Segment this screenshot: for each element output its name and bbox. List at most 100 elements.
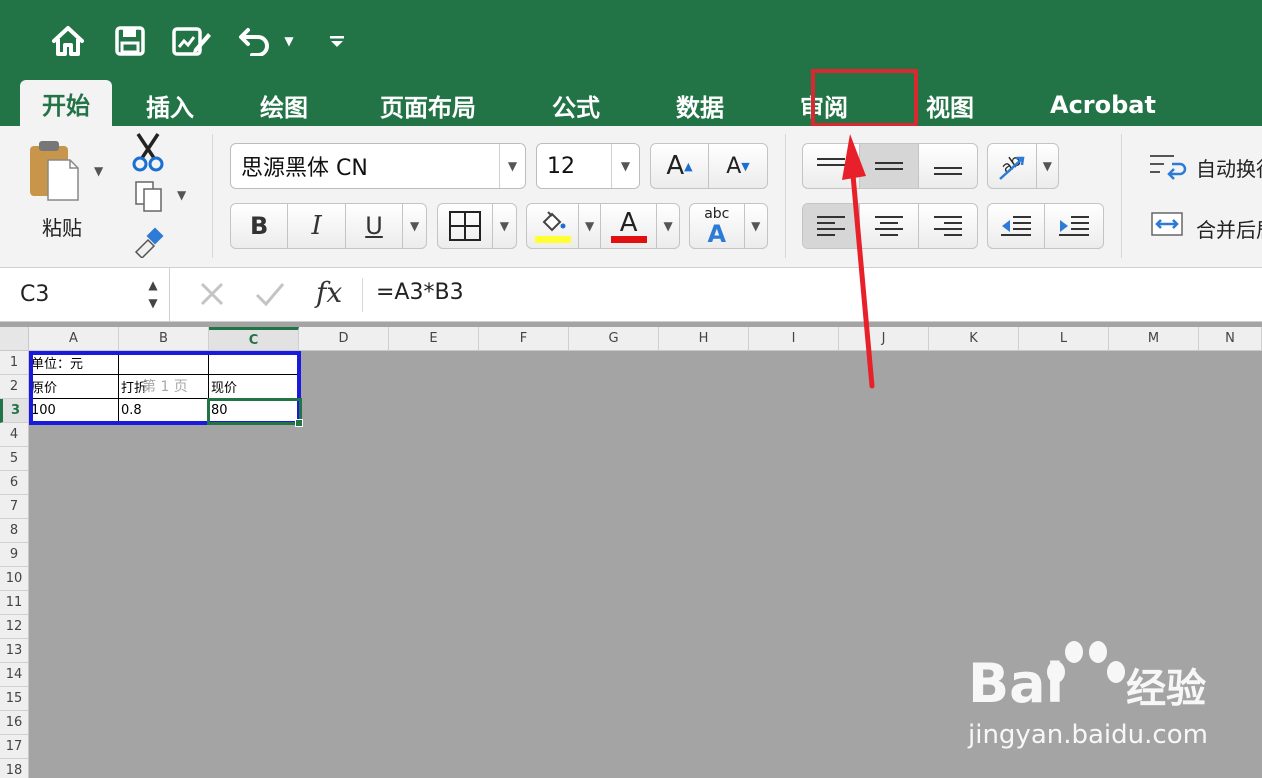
font-color-icon[interactable]: A	[601, 204, 658, 248]
bold-button[interactable]: B	[231, 204, 289, 248]
font-size-steppers: A ▲ A ▼	[650, 143, 768, 189]
increase-indent-icon[interactable]	[1045, 204, 1103, 248]
undo-icon[interactable]	[236, 20, 274, 62]
font-size-dropdown-icon[interactable]: ▼	[611, 144, 639, 188]
formula-input[interactable]: =A3*B3	[376, 280, 464, 305]
column-header-h[interactable]: H	[659, 327, 749, 351]
row-header-9[interactable]: 9	[0, 543, 29, 567]
insert-function-button[interactable]: fx	[316, 276, 342, 309]
tab-2[interactable]: 绘图	[228, 84, 340, 126]
name-box-stepper[interactable]: ▲ ▼	[146, 276, 160, 312]
row-header-14[interactable]: 14	[0, 663, 29, 687]
font-name-box[interactable]: 思源黑体 CN ▼	[230, 143, 526, 189]
row-header-1[interactable]: 1	[0, 351, 29, 375]
row-header-16[interactable]: 16	[0, 711, 29, 735]
row-header-17[interactable]: 17	[0, 735, 29, 759]
column-header-i[interactable]: I	[749, 327, 839, 351]
column-header-d[interactable]: D	[299, 327, 389, 351]
font-name: 思源黑体 CN	[241, 156, 368, 181]
cell-c1[interactable]	[209, 351, 299, 375]
column-header-l[interactable]: L	[1019, 327, 1109, 351]
row-header-2[interactable]: 2	[0, 375, 29, 399]
wrap-text-label[interactable]: 自动换行	[1196, 153, 1262, 182]
separator	[362, 278, 363, 312]
column-header-m[interactable]: M	[1109, 327, 1199, 351]
font-dropdown-icon[interactable]: ▼	[499, 144, 525, 188]
tab-8[interactable]: Acrobat	[1016, 84, 1190, 126]
row-header-7[interactable]: 7	[0, 495, 29, 519]
name-box[interactable]: C3	[0, 268, 170, 321]
copy-dropdown-icon[interactable]: ▼	[177, 188, 186, 202]
cell-b3[interactable]: 0.8	[119, 399, 209, 423]
cell-c3[interactable]: 80	[209, 399, 299, 423]
column-header-n[interactable]: N	[1199, 327, 1262, 351]
column-header-c[interactable]: C	[209, 327, 299, 351]
customize-toolbar-icon[interactable]	[326, 20, 348, 62]
row-header-10[interactable]: 10	[0, 567, 29, 591]
align-bottom-icon[interactable]	[919, 144, 977, 188]
row-header-15[interactable]: 15	[0, 687, 29, 711]
column-header-g[interactable]: G	[569, 327, 659, 351]
cell-a1[interactable]: 单位：元	[29, 351, 119, 375]
paste-icon[interactable]	[26, 138, 86, 208]
row-header-11[interactable]: 11	[0, 591, 29, 615]
merge-center-icon[interactable]	[1150, 211, 1184, 241]
enter-icon[interactable]	[254, 280, 286, 312]
text-effect-icon[interactable]: abc A	[690, 204, 745, 248]
borders-icon[interactable]	[438, 204, 493, 248]
row-header-3[interactable]: 3	[0, 399, 29, 423]
fill-handle[interactable]	[295, 419, 303, 427]
tab-0[interactable]: 开始	[20, 80, 112, 126]
underline-button[interactable]: U	[346, 204, 404, 248]
undo-dropdown-icon[interactable]: ▼	[280, 20, 298, 62]
cut-icon[interactable]	[132, 132, 164, 178]
row-header-13[interactable]: 13	[0, 639, 29, 663]
row-header-6[interactable]: 6	[0, 471, 29, 495]
column-header-f[interactable]: F	[479, 327, 569, 351]
cell-a2[interactable]: 原价	[29, 375, 119, 399]
increase-font-size-button[interactable]: A ▲	[651, 144, 710, 188]
formula-bar: C3 ▲ ▼ fx =A3*B3	[0, 268, 1262, 322]
save-icon[interactable]	[112, 20, 148, 62]
annotation-arrow	[842, 134, 875, 389]
row-header-12[interactable]: 12	[0, 615, 29, 639]
merge-center-label[interactable]: 合并后居中	[1196, 214, 1262, 243]
select-all-button[interactable]	[0, 327, 29, 351]
format-painter-icon[interactable]	[132, 224, 168, 262]
separator	[1121, 134, 1122, 258]
underline-dropdown-icon[interactable]: ▼	[403, 204, 426, 248]
tab-4[interactable]: 公式	[516, 84, 636, 126]
row-header-18[interactable]: 18	[0, 759, 29, 778]
copy-icon[interactable]	[134, 180, 164, 218]
column-header-b[interactable]: B	[119, 327, 209, 351]
tab-5[interactable]: 数据	[640, 84, 760, 126]
home-icon[interactable]	[48, 20, 88, 62]
font-size-box[interactable]: 12 ▼	[536, 143, 640, 189]
wrap-text-icon[interactable]	[1148, 152, 1188, 184]
fill-color-icon[interactable]	[527, 204, 580, 248]
row-header-4[interactable]: 4	[0, 423, 29, 447]
cell-b1[interactable]	[119, 351, 209, 375]
italic-button[interactable]: I	[288, 204, 346, 248]
cell-c2[interactable]: 现价	[209, 375, 299, 399]
text-effect-dropdown-icon[interactable]: ▼	[745, 204, 767, 248]
tab-3[interactable]: 页面布局	[344, 84, 512, 126]
decrease-indent-icon[interactable]	[988, 204, 1046, 248]
row-header-5[interactable]: 5	[0, 447, 29, 471]
decrease-font-size-button[interactable]: A ▼	[709, 144, 767, 188]
cell-a3[interactable]: 100	[29, 399, 119, 423]
edit-sheet-icon[interactable]	[170, 20, 214, 62]
borders-dropdown-icon[interactable]: ▼	[493, 204, 516, 248]
font-color-dropdown-icon[interactable]: ▼	[657, 204, 679, 248]
align-right-icon[interactable]	[919, 204, 977, 248]
tab-1[interactable]: 插入	[116, 84, 224, 126]
column-header-k[interactable]: K	[929, 327, 1019, 351]
column-header-e[interactable]: E	[389, 327, 479, 351]
paste-dropdown-icon[interactable]: ▼	[94, 164, 103, 178]
row-header-8[interactable]: 8	[0, 519, 29, 543]
fill-color-dropdown-icon[interactable]: ▼	[579, 204, 602, 248]
column-header-a[interactable]: A	[29, 327, 119, 351]
orientation-icon[interactable]: ab	[988, 144, 1037, 188]
cancel-icon[interactable]	[198, 280, 226, 312]
orientation-dropdown-icon[interactable]: ▼	[1037, 144, 1058, 188]
